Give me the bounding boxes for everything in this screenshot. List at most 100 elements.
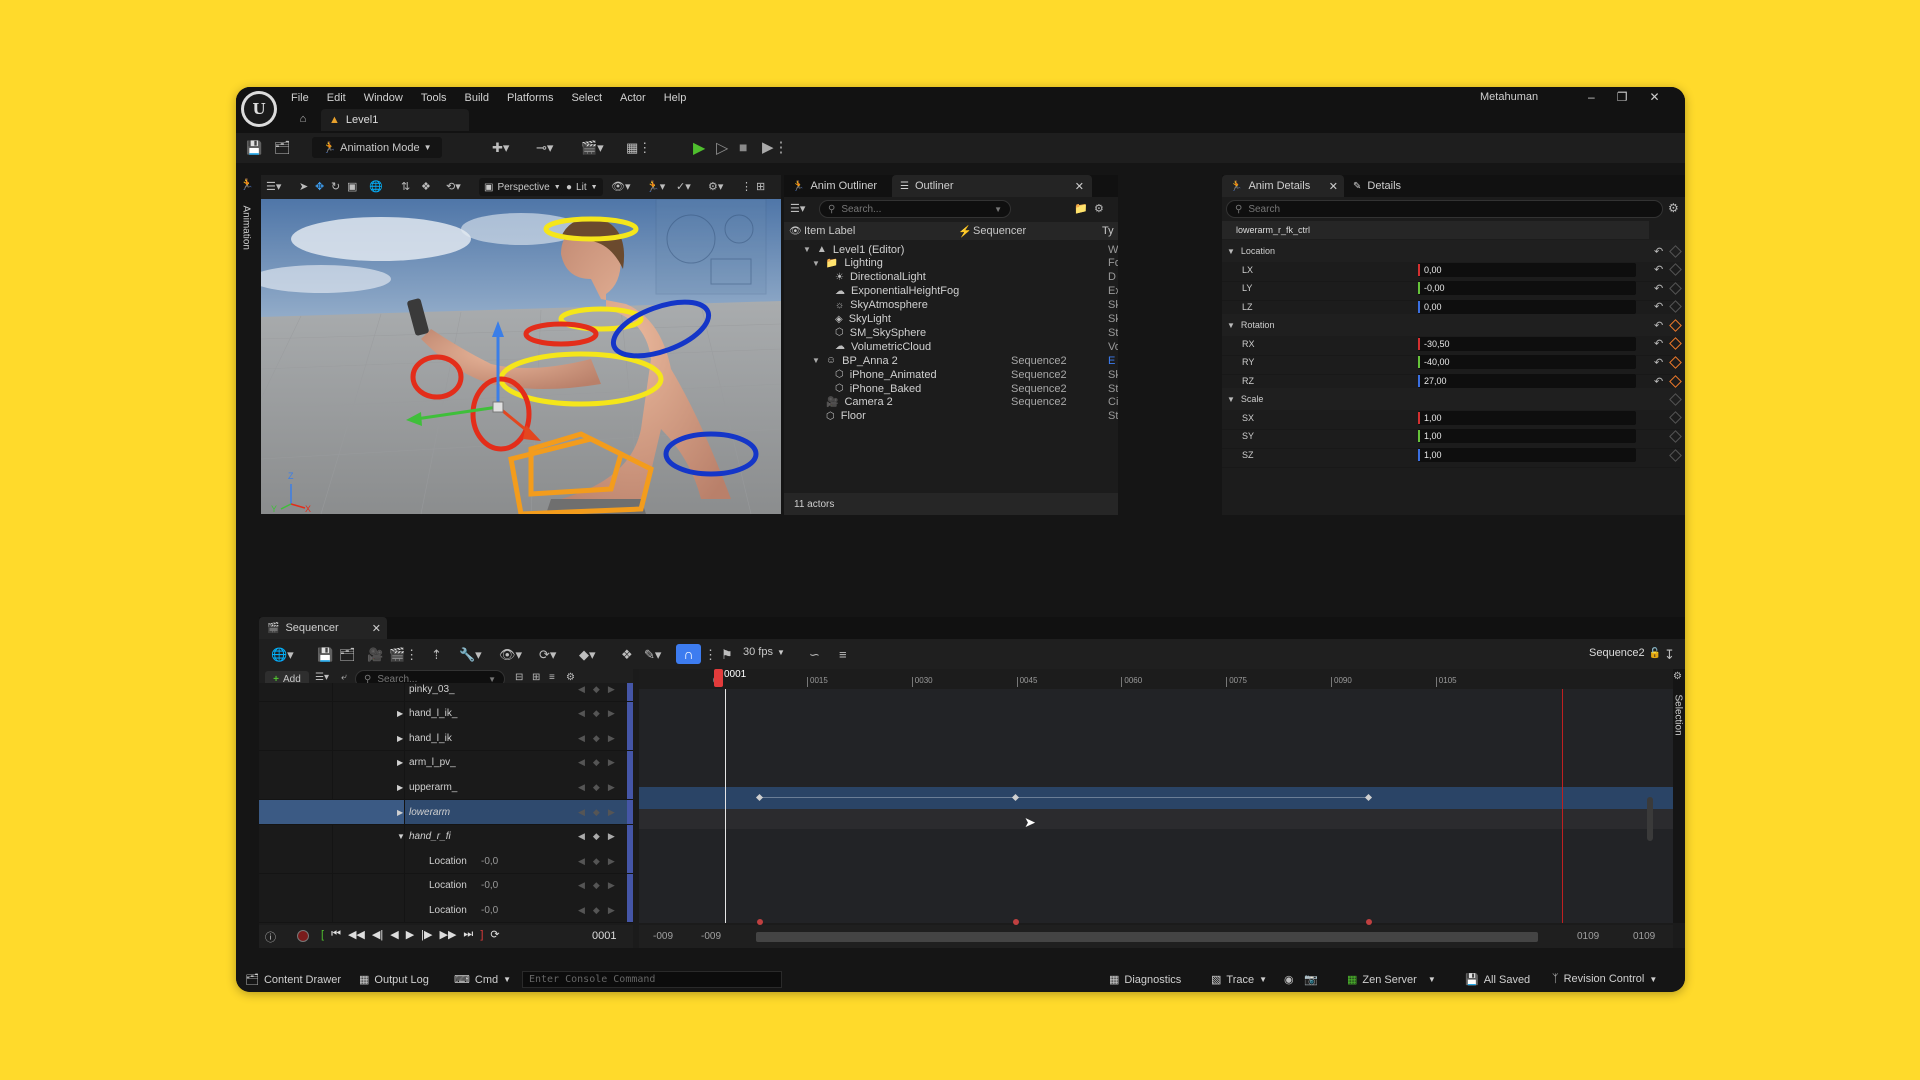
next-key-icon[interactable]: ▶ xyxy=(608,708,615,719)
record-icon[interactable] xyxy=(297,930,309,942)
tab-details[interactable]: ✎ Details xyxy=(1345,175,1409,197)
range-view-start[interactable]: -009 xyxy=(653,931,673,942)
menu-help[interactable]: Help xyxy=(655,87,696,109)
close-icon[interactable]: ✕ xyxy=(372,622,381,635)
add-folder-icon[interactable]: 📁 xyxy=(1074,202,1088,215)
animation-side-tab[interactable]: Animation xyxy=(241,206,252,266)
column-item-label[interactable]: Item Label xyxy=(804,225,855,237)
range-start-icon[interactable]: [ xyxy=(321,929,324,941)
reset-icon[interactable]: ↶ xyxy=(1654,375,1663,388)
world-icon[interactable]: 🌐▾ xyxy=(271,647,294,663)
prev-key-icon[interactable]: ◀ xyxy=(578,733,585,744)
next-key-icon[interactable]: ▶ xyxy=(608,807,615,818)
blueprint-icon[interactable]: ⊸▾ xyxy=(536,140,553,156)
mode-button[interactable]: 🏃 Animation Mode ▼ xyxy=(312,137,442,158)
track-row[interactable]: ▶ upperarm_ ◀ ◆ ▶ xyxy=(259,775,633,801)
autokey-icon[interactable]: ❖ xyxy=(621,647,633,663)
menu-edit[interactable]: Edit xyxy=(318,87,355,109)
viewport-options-icon[interactable]: ☰▾ xyxy=(266,180,281,193)
vertical-scrollbar[interactable] xyxy=(1647,797,1653,841)
close-icon[interactable]: ✕ xyxy=(1329,180,1338,193)
key-diamond-icon[interactable] xyxy=(1669,263,1682,276)
key-diamond-icon[interactable] xyxy=(1669,281,1682,295)
collapse-icon[interactable]: ⊟ xyxy=(515,672,523,683)
tree-icon[interactable]: ≡ xyxy=(839,647,847,662)
track-row[interactable]: Location -0,0 ◀ ◆ ▶ xyxy=(259,898,633,924)
track-row[interactable]: ▼ hand_r_fi ◀ ◆ ▶ xyxy=(259,824,633,850)
list-icon[interactable]: ≡ xyxy=(549,672,555,683)
lock-icon[interactable]: 🔓 xyxy=(1649,648,1661,659)
visibility-icon[interactable]: 👁 xyxy=(789,226,802,237)
cinematics-icon[interactable]: 🎬▾ xyxy=(581,140,604,156)
perspective-button[interactable]: ▣ Perspective ▼ xyxy=(479,178,566,196)
browse-icon[interactable]: 🗂 xyxy=(274,140,291,156)
property-field[interactable]: 0,00 xyxy=(1418,299,1636,314)
column-sequencer[interactable]: Sequencer xyxy=(973,225,1026,237)
expand-arrow-icon[interactable]: ▼ xyxy=(812,259,820,268)
reset-icon[interactable]: ↶ xyxy=(1654,282,1663,295)
menu-platforms[interactable]: Platforms xyxy=(498,87,562,109)
track-row[interactable]: Location -0,0 ◀ ◆ ▶ xyxy=(259,873,633,899)
world-icon[interactable]: 🌐 xyxy=(369,180,383,193)
key-diamond-icon[interactable] xyxy=(1669,337,1682,350)
settings-icon[interactable]: ⚙▾ xyxy=(708,180,723,193)
outliner-row[interactable]: ⬡ Floor St xyxy=(784,408,1118,425)
save-icon[interactable]: 💾 xyxy=(317,647,333,663)
next-key-icon[interactable]: ▶ xyxy=(608,684,615,695)
skip-icon[interactable]: ▷ xyxy=(716,138,728,158)
filter-icon[interactable]: ☰▾ xyxy=(790,202,805,215)
prev-frame-icon[interactable]: ◀| xyxy=(372,928,383,941)
move-icon[interactable]: ✥ xyxy=(315,180,324,193)
view-icon[interactable]: 👁▾ xyxy=(499,647,522,663)
expand-arrow-icon[interactable]: ▶ xyxy=(397,808,403,817)
prev-key-icon[interactable]: ◀ xyxy=(578,807,585,818)
property-field[interactable]: -0,00 xyxy=(1418,281,1636,296)
reset-icon[interactable]: ↶ xyxy=(1654,300,1663,313)
layout-icon[interactable]: ⊞ xyxy=(756,180,765,193)
expand-arrow-icon[interactable]: ▼ xyxy=(803,245,811,254)
wrench-icon[interactable]: 🔧▾ xyxy=(459,647,482,663)
prev-key-icon[interactable]: ◀ xyxy=(578,757,585,768)
property-field[interactable]: 1,00 xyxy=(1418,429,1636,444)
add-key-icon[interactable]: ◆ xyxy=(593,684,600,695)
track-row[interactable]: ▶ lowerarm ◀ ◆ ▶ xyxy=(259,800,633,825)
expand-arrow-icon[interactable]: ▼ xyxy=(1227,395,1235,404)
record-trace-icon[interactable]: ◉ xyxy=(1284,973,1294,986)
property-field[interactable]: -30,50 xyxy=(1418,336,1636,351)
diagnostics-button[interactable]: ▦ Diagnostics xyxy=(1109,973,1181,987)
snap-toggle[interactable]: ∩ xyxy=(676,644,701,664)
range-play-start[interactable]: -009 xyxy=(701,931,721,942)
prev-key-icon[interactable]: ◀ xyxy=(578,831,585,842)
reset-icon[interactable]: ↶ xyxy=(1654,245,1663,258)
add-key-icon[interactable]: ◆ xyxy=(593,733,600,744)
add-key-icon[interactable]: ◆ xyxy=(593,880,600,891)
expand-arrow-icon[interactable]: ▶ xyxy=(397,783,403,792)
close-icon[interactable]: ✕ xyxy=(1075,180,1084,193)
export-icon[interactable]: ⇡ xyxy=(431,647,442,663)
track-row[interactable]: pinky_03_ ◀ ◆ ▶ xyxy=(259,683,633,702)
all-saved-button[interactable]: 💾 All Saved xyxy=(1465,973,1530,987)
key-diamond-icon[interactable] xyxy=(1669,392,1682,406)
snap-icon[interactable]: ⇅ xyxy=(401,180,410,193)
range-scrollbar[interactable] xyxy=(756,932,1538,942)
save-icon[interactable]: 💾 xyxy=(246,140,262,156)
stop-icon[interactable]: ■ xyxy=(739,139,747,155)
menu-select[interactable]: Select xyxy=(562,87,611,109)
prev-key-icon[interactable]: ◀ xyxy=(578,880,585,891)
track-value[interactable]: -0,0 xyxy=(481,905,498,916)
add-key-icon[interactable]: ◆ xyxy=(593,807,600,818)
prev-key-icon[interactable]: ◀ xyxy=(578,708,585,719)
settings-icon[interactable]: ⚙ xyxy=(1094,202,1104,215)
cinematic-icon[interactable]: 🎬⋮ xyxy=(389,647,418,663)
menu-file[interactable]: File xyxy=(282,87,318,109)
output-log-button[interactable]: ▦ Output Log xyxy=(359,973,429,987)
column-type[interactable]: Ty xyxy=(1102,225,1114,237)
track-row[interactable]: ▶ hand_l_ik_ ◀ ◆ ▶ xyxy=(259,701,633,727)
angle-snap-icon[interactable]: ⟲▾ xyxy=(446,180,461,193)
key-diamond-icon[interactable] xyxy=(1669,244,1682,258)
unreal-logo[interactable]: U xyxy=(241,91,277,127)
reset-icon[interactable]: ↶ xyxy=(1654,319,1663,332)
rotate-icon[interactable]: ↻ xyxy=(331,180,340,193)
prev-key-icon[interactable]: ◀◀ xyxy=(348,928,365,941)
expand-arrow-icon[interactable]: ▼ xyxy=(1227,247,1235,256)
